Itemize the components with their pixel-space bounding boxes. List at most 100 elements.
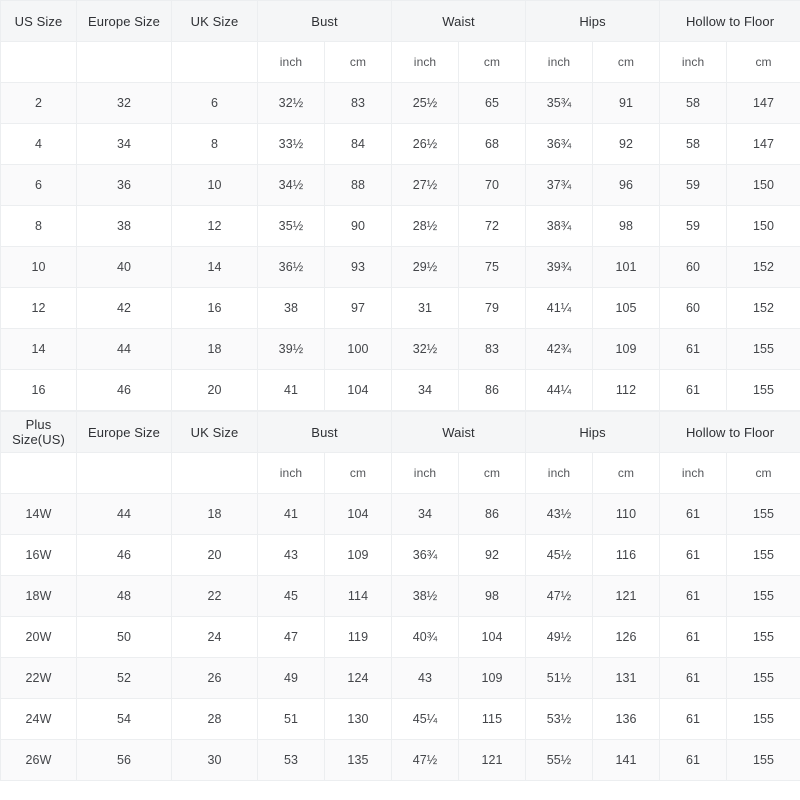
measurement-cell: 38½ <box>391 575 460 617</box>
measurement-cell: 112 <box>592 369 661 411</box>
measurement-cell: 88 <box>323 164 393 206</box>
column-header: Bust <box>256 0 393 42</box>
measurement-cell: 26½ <box>391 123 460 165</box>
measurement-cell: 14 <box>171 246 258 288</box>
measurement-cell: 35½ <box>257 205 325 247</box>
measurement-cell: 86 <box>458 493 527 535</box>
column-header: Waist <box>391 0 527 42</box>
unit-empty-cell <box>171 41 258 83</box>
plus-size-table: Plus Size(US) Europe Size UK Size Bust Waist… <box>0 411 800 781</box>
measurement-cell: 150 <box>726 164 800 206</box>
unit-label: inch <box>391 452 460 494</box>
unit-label: cm <box>726 452 800 494</box>
measurement-cell: 38 <box>76 205 172 247</box>
measurement-cell: 115 <box>458 698 527 740</box>
measurement-cell: 72 <box>458 205 527 247</box>
measurement-cell: 45¼ <box>391 698 460 740</box>
measurement-cell: 31 <box>391 287 460 329</box>
measurement-cell: 105 <box>592 287 661 329</box>
measurement-cell: 75 <box>458 246 527 288</box>
measurement-cell: 44 <box>76 493 172 535</box>
measurement-cell: 70 <box>458 164 527 206</box>
column-header: Europe Size <box>76 411 172 453</box>
size-label-cell: 4 <box>0 123 77 165</box>
unit-label: cm <box>592 41 661 83</box>
measurement-cell: 47½ <box>525 575 594 617</box>
measurement-cell: 124 <box>323 657 393 699</box>
measurement-cell: 155 <box>726 328 800 370</box>
measurement-cell: 155 <box>726 534 800 576</box>
measurement-cell: 61 <box>659 657 728 699</box>
measurement-cell: 25½ <box>391 82 460 124</box>
measurement-cell: 6 <box>171 82 258 124</box>
measurement-cell: 155 <box>726 616 800 658</box>
unit-empty-cell <box>76 41 172 83</box>
measurement-cell: 33½ <box>257 123 325 165</box>
measurement-cell: 39¾ <box>525 246 594 288</box>
measurement-cell: 126 <box>592 616 661 658</box>
measurement-cell: 109 <box>323 534 393 576</box>
measurement-cell: 28 <box>171 698 258 740</box>
unit-empty-cell <box>0 41 77 83</box>
measurement-cell: 65 <box>458 82 527 124</box>
measurement-cell: 79 <box>458 287 527 329</box>
measurement-cell: 12 <box>171 205 258 247</box>
unit-label: inch <box>257 452 325 494</box>
measurement-cell: 47 <box>257 616 325 658</box>
size-tables-container: US Size Europe Size UK Size Bust Waist Hips Ho… <box>0 0 800 781</box>
size-label-cell: 20W <box>0 616 77 658</box>
measurement-cell: 32½ <box>391 328 460 370</box>
size-label-cell: 8 <box>0 205 77 247</box>
measurement-cell: 54 <box>76 698 172 740</box>
standard-size-table: US Size Europe Size UK Size Bust Waist Hips Ho… <box>0 0 800 411</box>
measurement-cell: 53½ <box>525 698 594 740</box>
measurement-cell: 47½ <box>391 739 460 781</box>
measurement-cell: 90 <box>323 205 393 247</box>
unit-empty-cell <box>0 452 77 494</box>
table-row: 16W 46 20 43 109 36¾ 92 45½ 116 61 155 <box>0 534 800 576</box>
column-header: Waist <box>391 411 527 453</box>
measurement-cell: 109 <box>458 657 527 699</box>
measurement-cell: 104 <box>323 369 393 411</box>
measurement-cell: 37¾ <box>525 164 594 206</box>
measurement-cell: 141 <box>592 739 661 781</box>
measurement-cell: 44¼ <box>525 369 594 411</box>
measurement-cell: 28½ <box>391 205 460 247</box>
size-label-cell: 16W <box>0 534 77 576</box>
measurement-cell: 42 <box>76 287 172 329</box>
measurement-cell: 96 <box>592 164 661 206</box>
unit-label: cm <box>458 452 527 494</box>
measurement-cell: 114 <box>323 575 393 617</box>
measurement-cell: 100 <box>323 328 393 370</box>
measurement-cell: 98 <box>592 205 661 247</box>
unit-label: cm <box>726 41 800 83</box>
size-label-cell: 10 <box>0 246 77 288</box>
unit-empty-cell <box>171 452 258 494</box>
measurement-cell: 97 <box>323 287 393 329</box>
column-header: UK Size <box>171 0 258 42</box>
measurement-cell: 147 <box>726 82 800 124</box>
measurement-cell: 136 <box>592 698 661 740</box>
measurement-cell: 41¼ <box>525 287 594 329</box>
measurement-cell: 24 <box>171 616 258 658</box>
measurement-cell: 155 <box>726 493 800 535</box>
measurement-cell: 34½ <box>257 164 325 206</box>
measurement-cell: 38 <box>257 287 325 329</box>
measurement-cell: 46 <box>76 369 172 411</box>
table-row: 16 46 20 41 104 34 86 44¼ 112 61 155 <box>0 369 800 411</box>
measurement-cell: 49 <box>257 657 325 699</box>
unit-label: inch <box>525 41 594 83</box>
measurement-cell: 155 <box>726 698 800 740</box>
measurement-cell: 155 <box>726 369 800 411</box>
table-row: 12 42 16 38 97 31 79 41¼ 105 60 152 <box>0 287 800 329</box>
measurement-cell: 91 <box>592 82 661 124</box>
measurement-cell: 68 <box>458 123 527 165</box>
table-row: 18W 48 22 45 114 38½ 98 47½ 121 61 155 <box>0 575 800 617</box>
measurement-cell: 52 <box>76 657 172 699</box>
measurement-cell: 43 <box>391 657 460 699</box>
measurement-cell: 22 <box>171 575 258 617</box>
measurement-cell: 61 <box>659 328 728 370</box>
measurement-cell: 119 <box>323 616 393 658</box>
unit-label: cm <box>592 452 661 494</box>
measurement-cell: 56 <box>76 739 172 781</box>
